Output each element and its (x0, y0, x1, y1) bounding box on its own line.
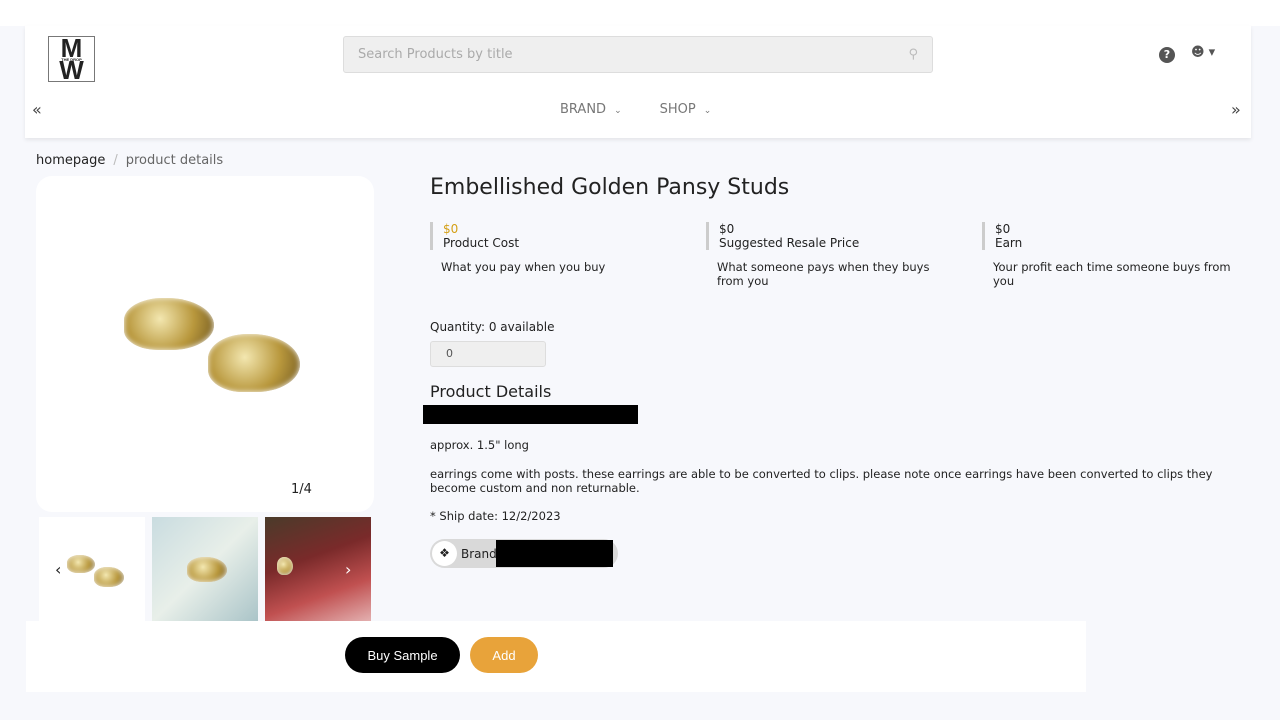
logo[interactable]: M THE DROP W (48, 35, 95, 83)
buy-sample-button[interactable]: Buy Sample (345, 637, 460, 673)
details-heading: Product Details (430, 382, 552, 401)
collapse-left-icon[interactable]: « (32, 100, 42, 119)
detail-note: earrings come with posts. these earrings… (430, 467, 1213, 495)
quantity-input[interactable]: 0 (430, 341, 546, 367)
search-icon[interactable]: ⚲ (908, 47, 918, 62)
price-resale: $0 Suggested Resale Price (706, 222, 859, 250)
tag-icon: ❖ (432, 541, 457, 566)
top-strip (0, 0, 1280, 26)
breadcrumb-current: product details (125, 153, 224, 168)
search-input[interactable]: Search Products by title ⚲ (343, 36, 933, 73)
price-product-cost: $0 Product Cost (430, 222, 519, 250)
ship-date: * Ship date: 12/2/2023 (430, 509, 561, 523)
main-product-image[interactable] (36, 176, 374, 512)
price-desc: What someone pays when they buys from yo… (717, 260, 930, 288)
thumbnail[interactable] (265, 517, 371, 621)
prev-image-icon[interactable]: ‹ (55, 560, 61, 579)
redacted-brand (496, 540, 613, 567)
expand-right-icon[interactable]: » (1231, 100, 1241, 119)
quantity-label: Quantity: 0 available (430, 320, 555, 334)
image-counter: 1/4 (291, 482, 312, 497)
chevron-down-icon: ⌄ (703, 106, 712, 116)
thumbnail[interactable] (152, 517, 258, 621)
breadcrumb-home[interactable]: homepage (36, 153, 105, 168)
user-menu-icon[interactable]: ☻ ▾ (1191, 45, 1215, 60)
breadcrumb: homepage / product details (36, 153, 224, 168)
price-earn: $0 Earn (982, 222, 1022, 250)
chevron-down-icon: ⌄ (614, 106, 622, 116)
price-desc: Your profit each time someone buys from … (993, 260, 1231, 288)
detail-length: approx. 1.5" long (430, 438, 529, 452)
product-title: Embellished Golden Pansy Studs (430, 175, 790, 200)
price-desc: What you pay when you buy (441, 260, 606, 274)
add-button[interactable]: Add (470, 637, 538, 673)
redacted-block (423, 405, 638, 424)
header: M THE DROP W Search Products by title ⚲ ? ☻… (25, 26, 1251, 138)
nav-brand[interactable]: BRAND ⌄ (560, 102, 622, 117)
help-icon[interactable]: ? (1159, 47, 1175, 63)
thumbnail-strip (39, 517, 371, 621)
next-image-icon[interactable]: › (345, 560, 351, 579)
nav-shop[interactable]: SHOP ⌄ (660, 102, 712, 117)
action-bar (26, 621, 1086, 692)
main-nav: BRAND ⌄ SHOP ⌄ (560, 102, 711, 117)
